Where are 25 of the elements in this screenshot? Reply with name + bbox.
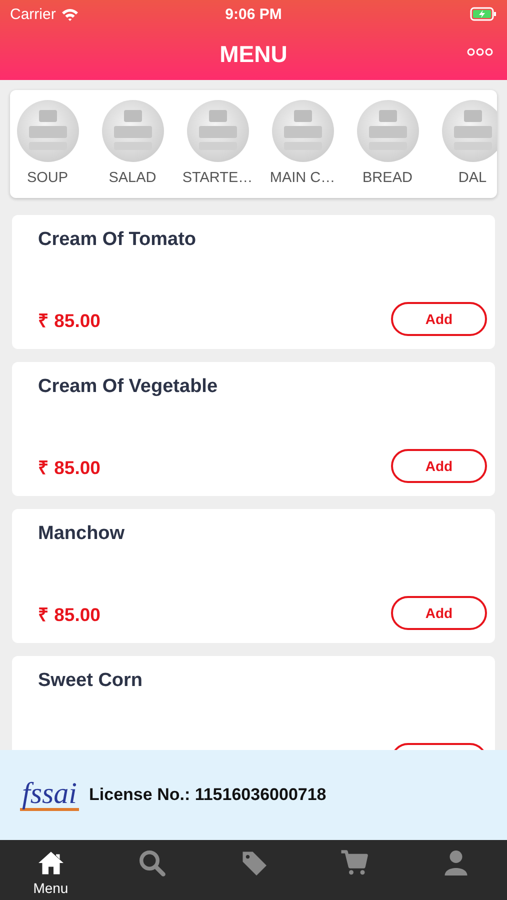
item-name: Sweet Corn [38,670,144,692]
item-name: Manchow [38,523,126,545]
page-title: MENU [220,40,288,68]
item-price: ₹ 85.00 [38,308,100,332]
category-label[interactable]: BREAD [362,170,412,186]
wifi-icon [60,8,79,20]
add-button[interactable]: Add [391,302,487,336]
category-label[interactable]: SOUP [26,170,68,186]
carrier-name: Carrier [10,6,56,22]
search-icon [137,848,168,878]
status-time: 9:06 PM [225,6,282,22]
item-price: ₹ 85.00 [38,456,100,478]
more-icon[interactable] [467,48,493,56]
add-button[interactable]: Add [391,449,487,483]
category-label[interactable]: DAL [458,170,487,186]
license-number: License No.: 11516036000718 [89,785,326,805]
item-name: Cream Of Tomato [38,229,198,251]
category-label[interactable]: SALAD [108,170,156,186]
category-label[interactable]: MAIN C… [270,170,336,186]
item-name: Cream Of Vegetable [38,376,219,398]
battery-icon [470,7,497,21]
category-label[interactable]: STARTE… [182,170,253,186]
add-button[interactable]: Add [391,596,487,630]
fssai-logo: fssai [20,780,80,810]
item-price: ₹ 85.00 [38,602,100,626]
